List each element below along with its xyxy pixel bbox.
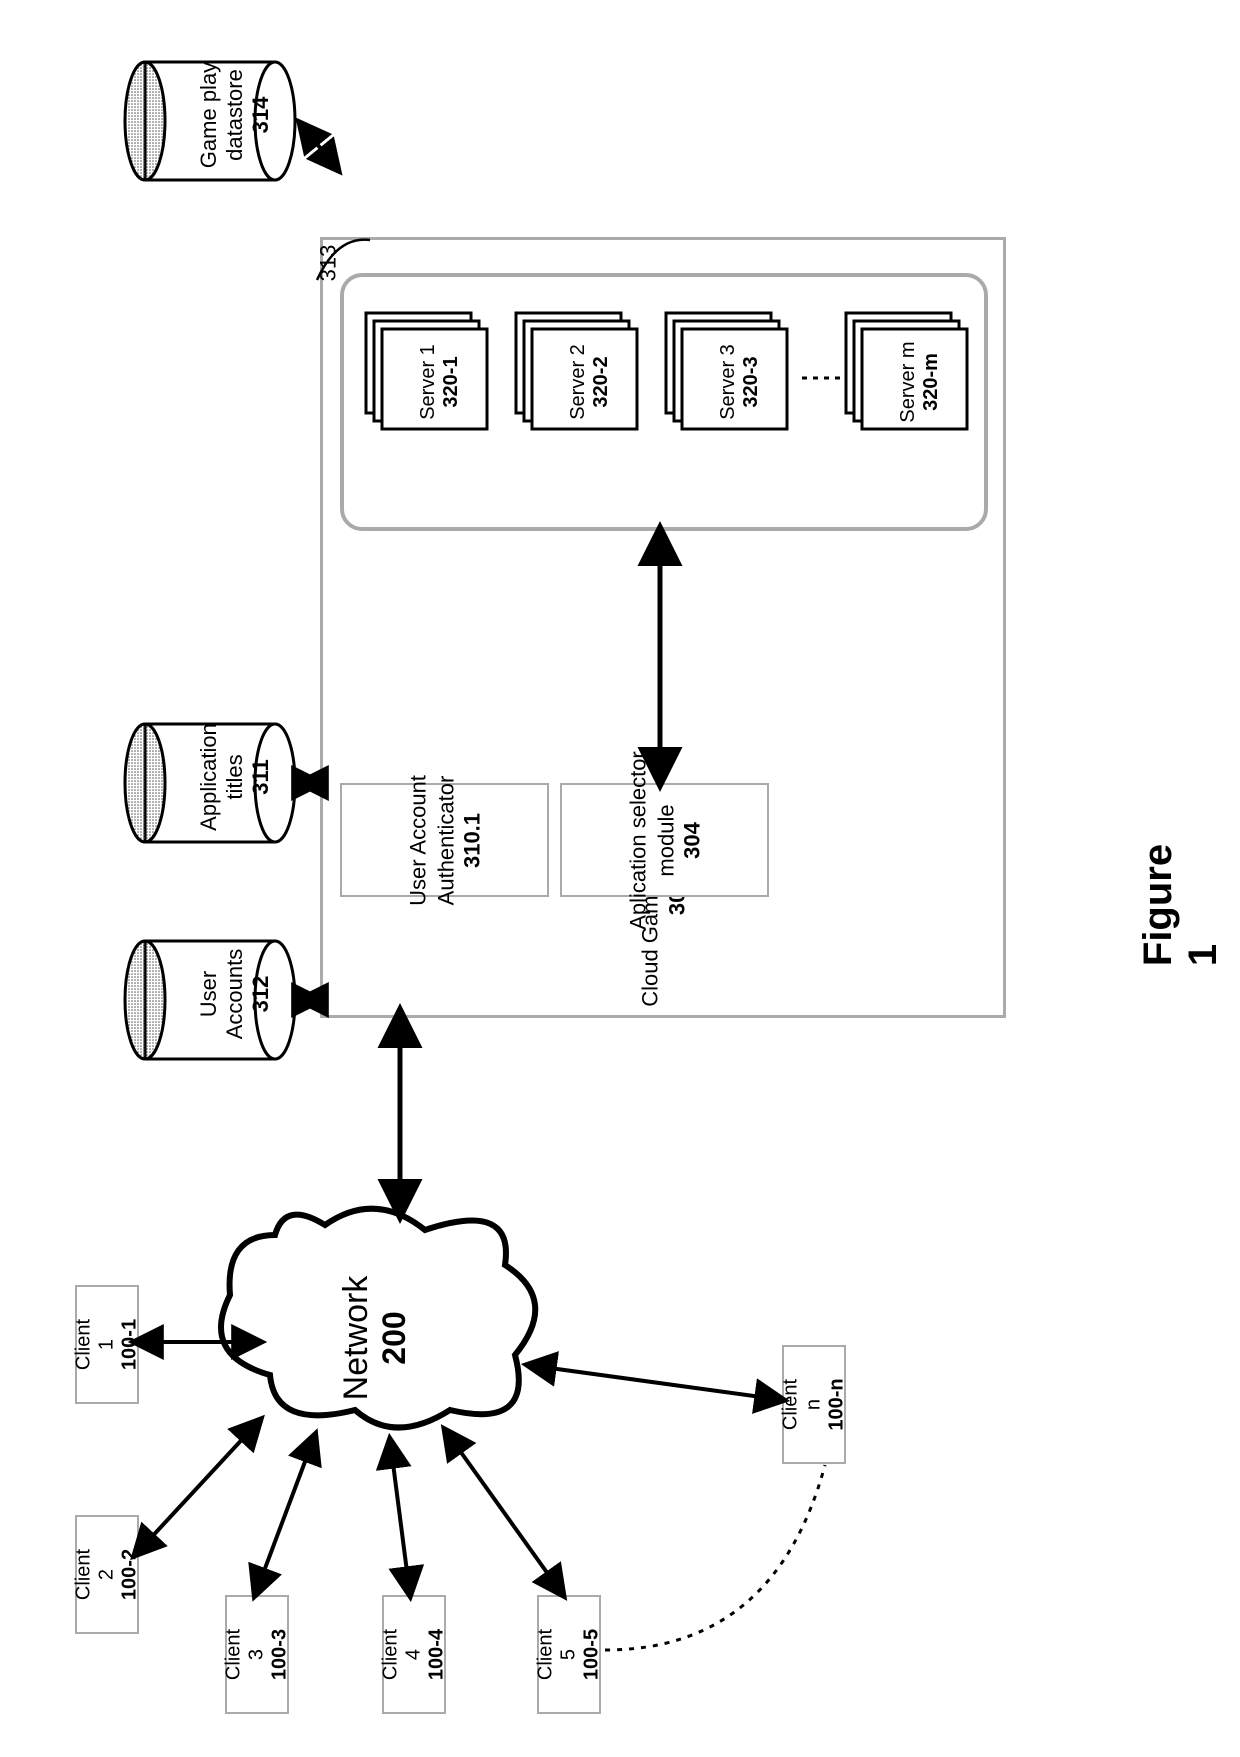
selector-ref: 304 [679, 822, 704, 859]
gameplay-label: Game play datastore 314 [196, 55, 274, 175]
server-m-label: Server m 320-m [897, 337, 943, 427]
client-2-box: Client 2100-2 [75, 1515, 139, 1634]
server-1-label: Server 1 320-1 [417, 337, 463, 427]
figure-caption: Figure 1 [1136, 844, 1226, 966]
client-3-box: Client 3100-3 [225, 1595, 289, 1714]
application-selector-box: Aplication selector module 304 [560, 783, 769, 897]
application-titles-label: Application titles 311 [196, 717, 274, 837]
server-2-label: Server 2 320-2 [567, 337, 613, 427]
network-label: Network 200 [337, 1263, 413, 1413]
auth-ref: 310.1 [459, 812, 484, 867]
client-5-box: Client 5100-5 [537, 1595, 601, 1714]
auth-title: User Account Authenticator [405, 775, 458, 906]
server-3-label: Server 3 320-3 [717, 337, 763, 427]
dotted-curve-icon [600, 1460, 900, 1690]
client-4-box: Client 4100-4 [382, 1595, 446, 1714]
client-1-box: Client 1100-1 [75, 1285, 139, 1404]
user-accounts-label: User Accounts 312 [196, 939, 274, 1049]
client-n-box: Client n100-n [782, 1345, 846, 1464]
selector-title: Aplication selector module [625, 751, 678, 930]
user-account-authenticator-box: User Account Authenticator 310.1 [340, 783, 549, 897]
